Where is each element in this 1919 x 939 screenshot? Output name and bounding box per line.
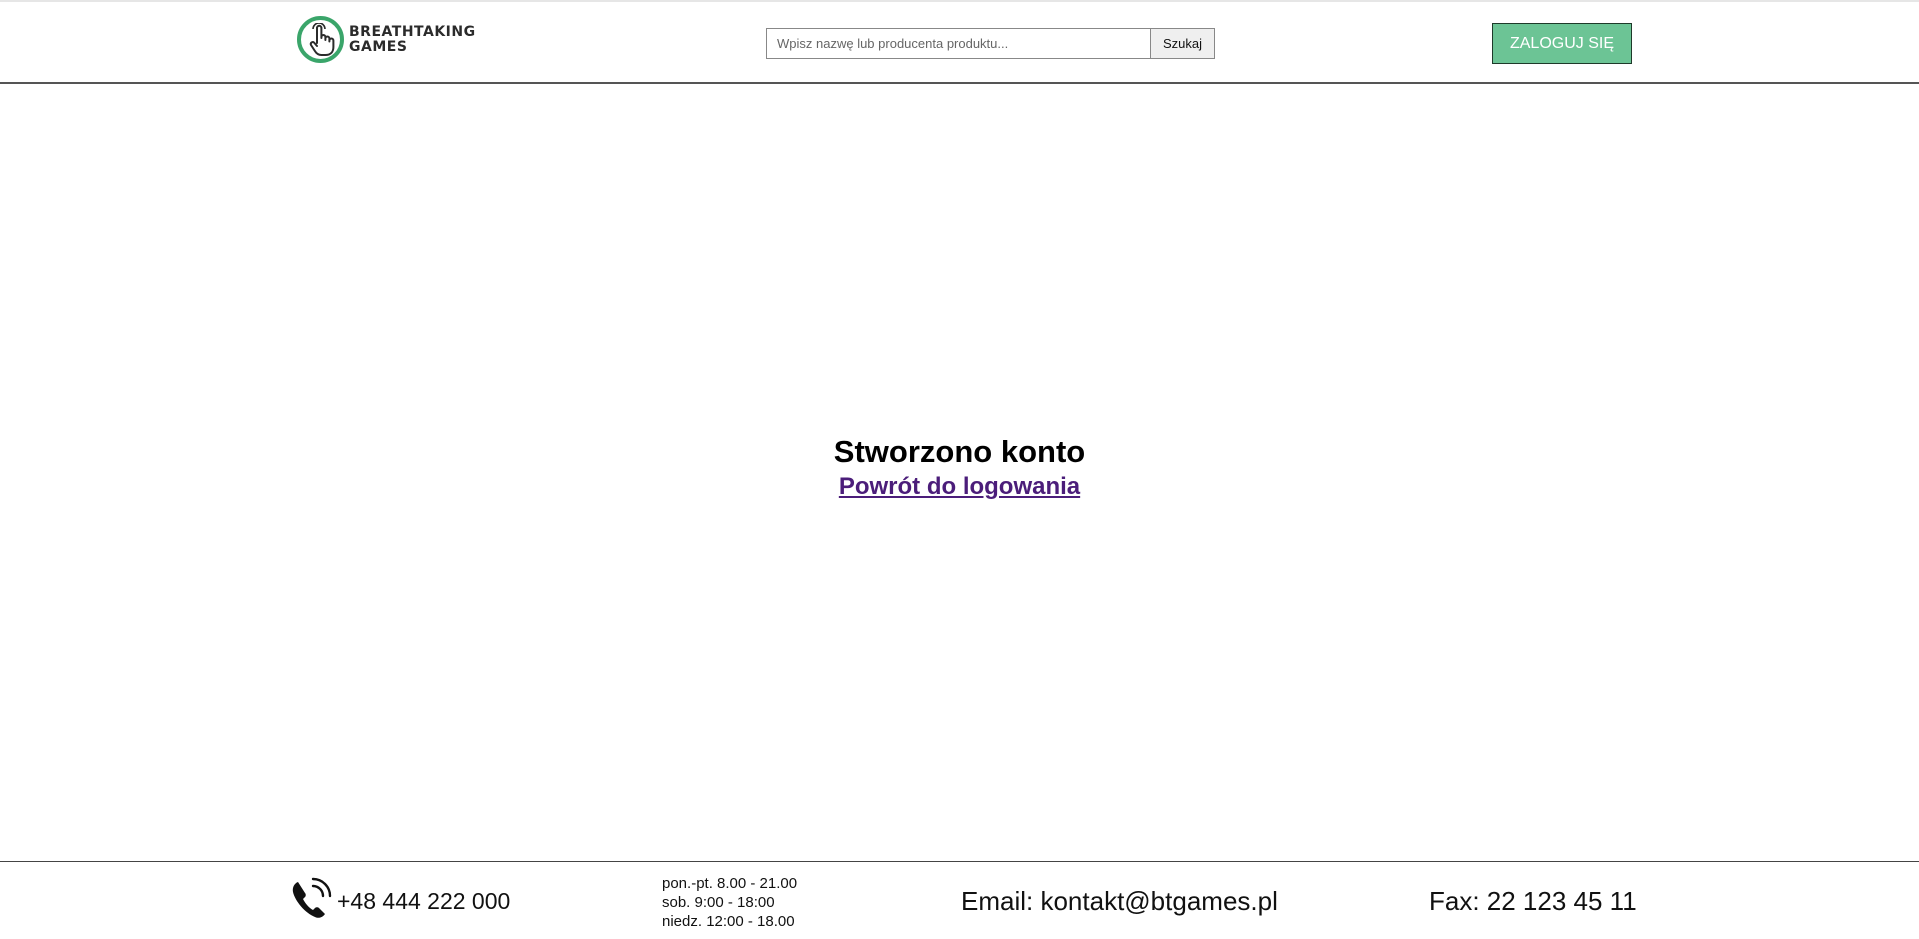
- hours-sunday: niedz. 12:00 - 18.00: [662, 913, 795, 930]
- site-header: BREATHTAKING GAMES Szukaj ZALOGUJ SIĘ: [0, 2, 1919, 84]
- search-button[interactable]: Szukaj: [1150, 28, 1215, 59]
- footer-phone: +48 444 222 000: [289, 876, 510, 927]
- phone-ringing-icon: [289, 876, 335, 927]
- login-button[interactable]: ZALOGUJ SIĘ: [1492, 23, 1632, 64]
- page-title: Stworzono konto: [833, 434, 1086, 469]
- footer-email: Email: kontakt@btgames.pl: [961, 886, 1278, 916]
- opening-hours: pon.-pt. 8.00 - 21.00 sob. 9:00 - 18:00 …: [662, 874, 797, 931]
- back-to-login-link[interactable]: Powrót do logowania: [839, 472, 1080, 502]
- logo-text-line1: BREATHTAKING: [349, 23, 476, 40]
- search-input[interactable]: [766, 28, 1150, 59]
- logo-text-line2: GAMES: [349, 38, 408, 55]
- search-bar: Szukaj: [766, 28, 1215, 59]
- phone-number: +48 444 222 000: [337, 888, 511, 914]
- site-footer: +48 444 222 000 pon.-pt. 8.00 - 21.00 so…: [0, 861, 1919, 939]
- footer-fax: Fax: 22 123 45 11: [1429, 886, 1637, 916]
- pointing-hand-icon: [297, 16, 344, 63]
- hours-saturday: sob. 9:00 - 18:00: [662, 894, 775, 911]
- logo-text: BREATHTAKING GAMES: [349, 23, 476, 55]
- site-logo[interactable]: BREATHTAKING GAMES: [297, 16, 476, 63]
- hours-weekdays: pon.-pt. 8.00 - 21.00: [662, 875, 798, 892]
- main-content: Stworzono konto Powrót do logowania: [0, 432, 1919, 502]
